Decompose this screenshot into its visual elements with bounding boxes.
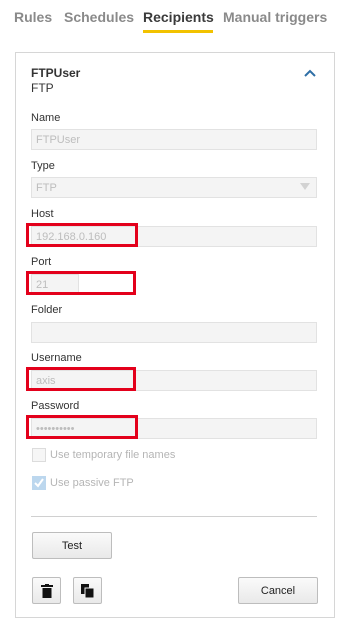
- recipient-name: FTPUser: [31, 66, 81, 80]
- name-label: Name: [31, 112, 61, 124]
- tab-bar: Rules Schedules Recipients Manual trigge…: [0, 0, 352, 34]
- active-tab-indicator: [143, 30, 213, 33]
- passive-ftp-checkbox[interactable]: [32, 476, 46, 490]
- tab-rules[interactable]: Rules: [14, 9, 52, 25]
- copy-icon: [81, 583, 94, 598]
- temp-file-names-checkbox[interactable]: [32, 448, 46, 462]
- type-label: Type: [31, 160, 55, 172]
- temp-file-names-label: Use temporary file names: [50, 449, 176, 461]
- folder-input[interactable]: [31, 322, 317, 343]
- delete-button[interactable]: [32, 577, 61, 604]
- username-highlight: [26, 367, 136, 391]
- trash-icon: [40, 583, 53, 598]
- name-input[interactable]: FTPUser: [31, 129, 317, 150]
- username-label: Username: [31, 352, 82, 364]
- port-label: Port: [31, 256, 52, 268]
- copy-button[interactable]: [73, 577, 102, 604]
- host-highlight: [26, 223, 138, 247]
- tab-recipients[interactable]: Recipients: [143, 9, 214, 25]
- test-button[interactable]: Test: [32, 532, 112, 559]
- password-label: Password: [31, 400, 80, 412]
- passive-ftp-label: Use passive FTP: [50, 477, 134, 489]
- folder-label: Folder: [31, 304, 63, 316]
- chevron-down-icon: [300, 183, 310, 190]
- tab-manual-triggers[interactable]: Manual triggers: [223, 9, 327, 25]
- checkmark-icon: [34, 478, 44, 488]
- tab-schedules[interactable]: Schedules: [64, 9, 134, 25]
- host-label: Host: [31, 208, 54, 220]
- recipient-type: FTP: [31, 81, 54, 95]
- type-select[interactable]: FTP: [31, 177, 317, 198]
- type-select-value: FTP: [36, 182, 57, 194]
- port-highlight: [26, 271, 136, 295]
- divider: [31, 516, 317, 517]
- chevron-up-icon[interactable]: [302, 66, 318, 80]
- cancel-button[interactable]: Cancel: [238, 577, 318, 604]
- password-highlight: [26, 415, 138, 439]
